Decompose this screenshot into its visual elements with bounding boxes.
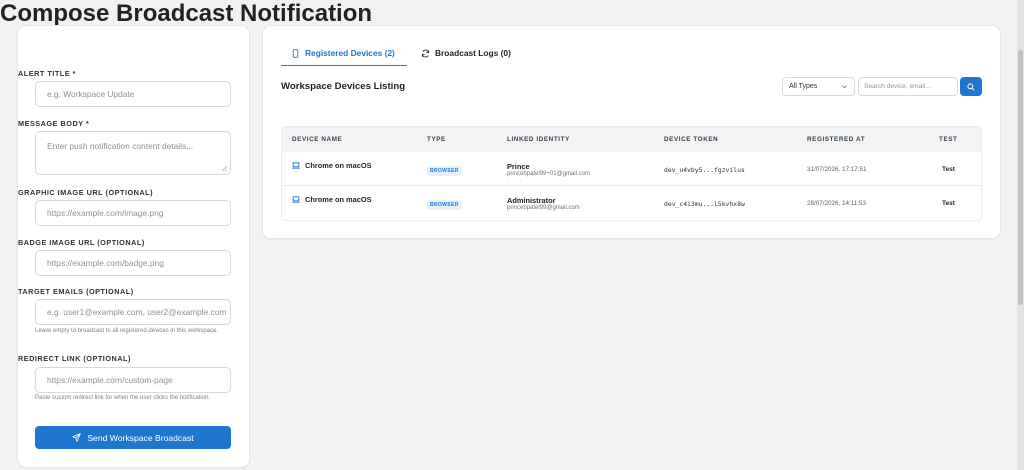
alert-title-input[interactable]: e.g. Workspace Update bbox=[35, 81, 231, 107]
active-tab-indicator bbox=[281, 65, 407, 66]
graphic-image-input[interactable]: https://example.com/image.png bbox=[35, 200, 231, 226]
devices-table: DEVICE NAME TYPE LINKED IDENTITY DEVICE … bbox=[281, 126, 982, 221]
device-token: dev_u4vby5...fgzvilus bbox=[664, 166, 745, 174]
message-body-label: MESSAGE BODY * bbox=[18, 119, 90, 128]
test-button[interactable]: Test bbox=[942, 200, 955, 207]
header-type: TYPE bbox=[427, 136, 446, 143]
table-header: DEVICE NAME TYPE LINKED IDENTITY DEVICE … bbox=[282, 127, 981, 152]
identity-name: Administrator bbox=[507, 196, 556, 205]
message-body-textarea[interactable]: Enter push notification content details.… bbox=[35, 131, 231, 175]
type-badge: BROWSER bbox=[427, 200, 462, 210]
tab-bar: Registered Devices (2) Broadcast Logs (0… bbox=[281, 43, 982, 66]
send-broadcast-button[interactable]: Send Workspace Broadcast bbox=[35, 426, 231, 449]
target-emails-input[interactable]: e.g. user1@example.com, user2@example.co… bbox=[35, 299, 231, 325]
search-icon bbox=[967, 82, 975, 91]
compose-title: Compose Broadcast Notification bbox=[0, 0, 373, 27]
tab-registered-label: Registered Devices (2) bbox=[305, 48, 395, 58]
chevron-down-icon bbox=[842, 85, 847, 89]
type-filter-select[interactable]: All Types bbox=[782, 77, 855, 96]
page-scrollbar[interactable] bbox=[1017, 0, 1024, 470]
badge-image-label: BADGE IMAGE URL (OPTIONAL) bbox=[18, 238, 145, 247]
alert-title-placeholder: e.g. Workspace Update bbox=[47, 89, 135, 99]
mobile-device-icon bbox=[292, 48, 299, 58]
tab-logs-label: Broadcast Logs (0) bbox=[435, 48, 511, 58]
scrollbar-thumb[interactable] bbox=[1018, 50, 1023, 305]
search-button[interactable] bbox=[960, 77, 982, 96]
target-emails-placeholder: e.g. user1@example.com, user2@example.co… bbox=[47, 307, 227, 317]
table-row: Chrome on macOS BROWSER Prince princebpa… bbox=[282, 152, 981, 186]
redirect-link-hint: Paste custom redirect link for when the … bbox=[35, 395, 211, 401]
badge-image-placeholder: https://example.com/badge.png bbox=[47, 258, 164, 268]
laptop-icon bbox=[292, 162, 300, 169]
header-device-name: DEVICE NAME bbox=[292, 136, 343, 143]
redirect-link-placeholder: https://example.com/custom-page bbox=[47, 375, 173, 385]
devices-panel: Registered Devices (2) Broadcast Logs (0… bbox=[263, 26, 1000, 238]
device-name-cell: Chrome on macOS bbox=[292, 161, 372, 170]
header-registered-at: REGISTERED AT bbox=[807, 136, 866, 143]
table-row: Chrome on macOS BROWSER Administrator pr… bbox=[282, 186, 981, 220]
redirect-link-label: REDIRECT LINK (OPTIONAL) bbox=[18, 354, 131, 363]
graphic-image-label: GRAPHIC IMAGE URL (OPTIONAL) bbox=[18, 188, 154, 197]
graphic-image-placeholder: https://example.com/image.png bbox=[47, 208, 164, 218]
device-name-cell: Chrome on macOS bbox=[292, 195, 372, 204]
device-search-placeholder: Search device, email... bbox=[864, 83, 931, 90]
device-name: Chrome on macOS bbox=[305, 195, 372, 204]
tab-broadcast-logs[interactable]: Broadcast Logs (0) bbox=[421, 48, 511, 58]
laptop-icon bbox=[292, 196, 300, 203]
target-emails-hint: Leave empty to broadcast to all register… bbox=[35, 328, 219, 334]
test-button[interactable]: Test bbox=[942, 166, 955, 173]
refresh-icon bbox=[421, 49, 430, 57]
resize-handle-icon[interactable] bbox=[221, 165, 227, 171]
send-broadcast-label: Send Workspace Broadcast bbox=[87, 432, 194, 443]
header-test: TEST bbox=[939, 136, 958, 143]
devices-listing-title: Workspace Devices Listing bbox=[281, 81, 406, 92]
target-emails-label: TARGET EMAILS (OPTIONAL) bbox=[18, 287, 134, 296]
type-filter-value: All Types bbox=[789, 83, 818, 90]
tab-registered-devices[interactable]: Registered Devices (2) bbox=[291, 48, 395, 58]
device-token: dev_c4i3mu...l5kvhx8w bbox=[664, 200, 745, 208]
badge-image-input[interactable]: https://example.com/badge.png bbox=[35, 250, 231, 276]
alert-title-label: ALERT TITLE * bbox=[18, 69, 76, 78]
header-linked-identity: LINKED IDENTITY bbox=[507, 136, 570, 143]
registered-at: 31/07/2026, 17:17:51 bbox=[807, 166, 867, 173]
device-name: Chrome on macOS bbox=[305, 161, 372, 170]
header-device-token: DEVICE TOKEN bbox=[664, 136, 719, 143]
message-body-placeholder: Enter push notification content details.… bbox=[47, 141, 194, 151]
redirect-link-input[interactable]: https://example.com/custom-page bbox=[35, 367, 231, 393]
paper-plane-icon bbox=[72, 433, 82, 442]
identity-name: Prince bbox=[507, 162, 530, 171]
device-search-input[interactable]: Search device, email... bbox=[858, 77, 958, 96]
identity-email: princebpatel99+01@gmail.com bbox=[507, 171, 590, 177]
type-badge: BROWSER bbox=[427, 166, 462, 176]
registered-at: 28/07/2026, 14:11:53 bbox=[807, 200, 867, 207]
identity-email: princebpatel99@gmail.com bbox=[507, 205, 580, 211]
